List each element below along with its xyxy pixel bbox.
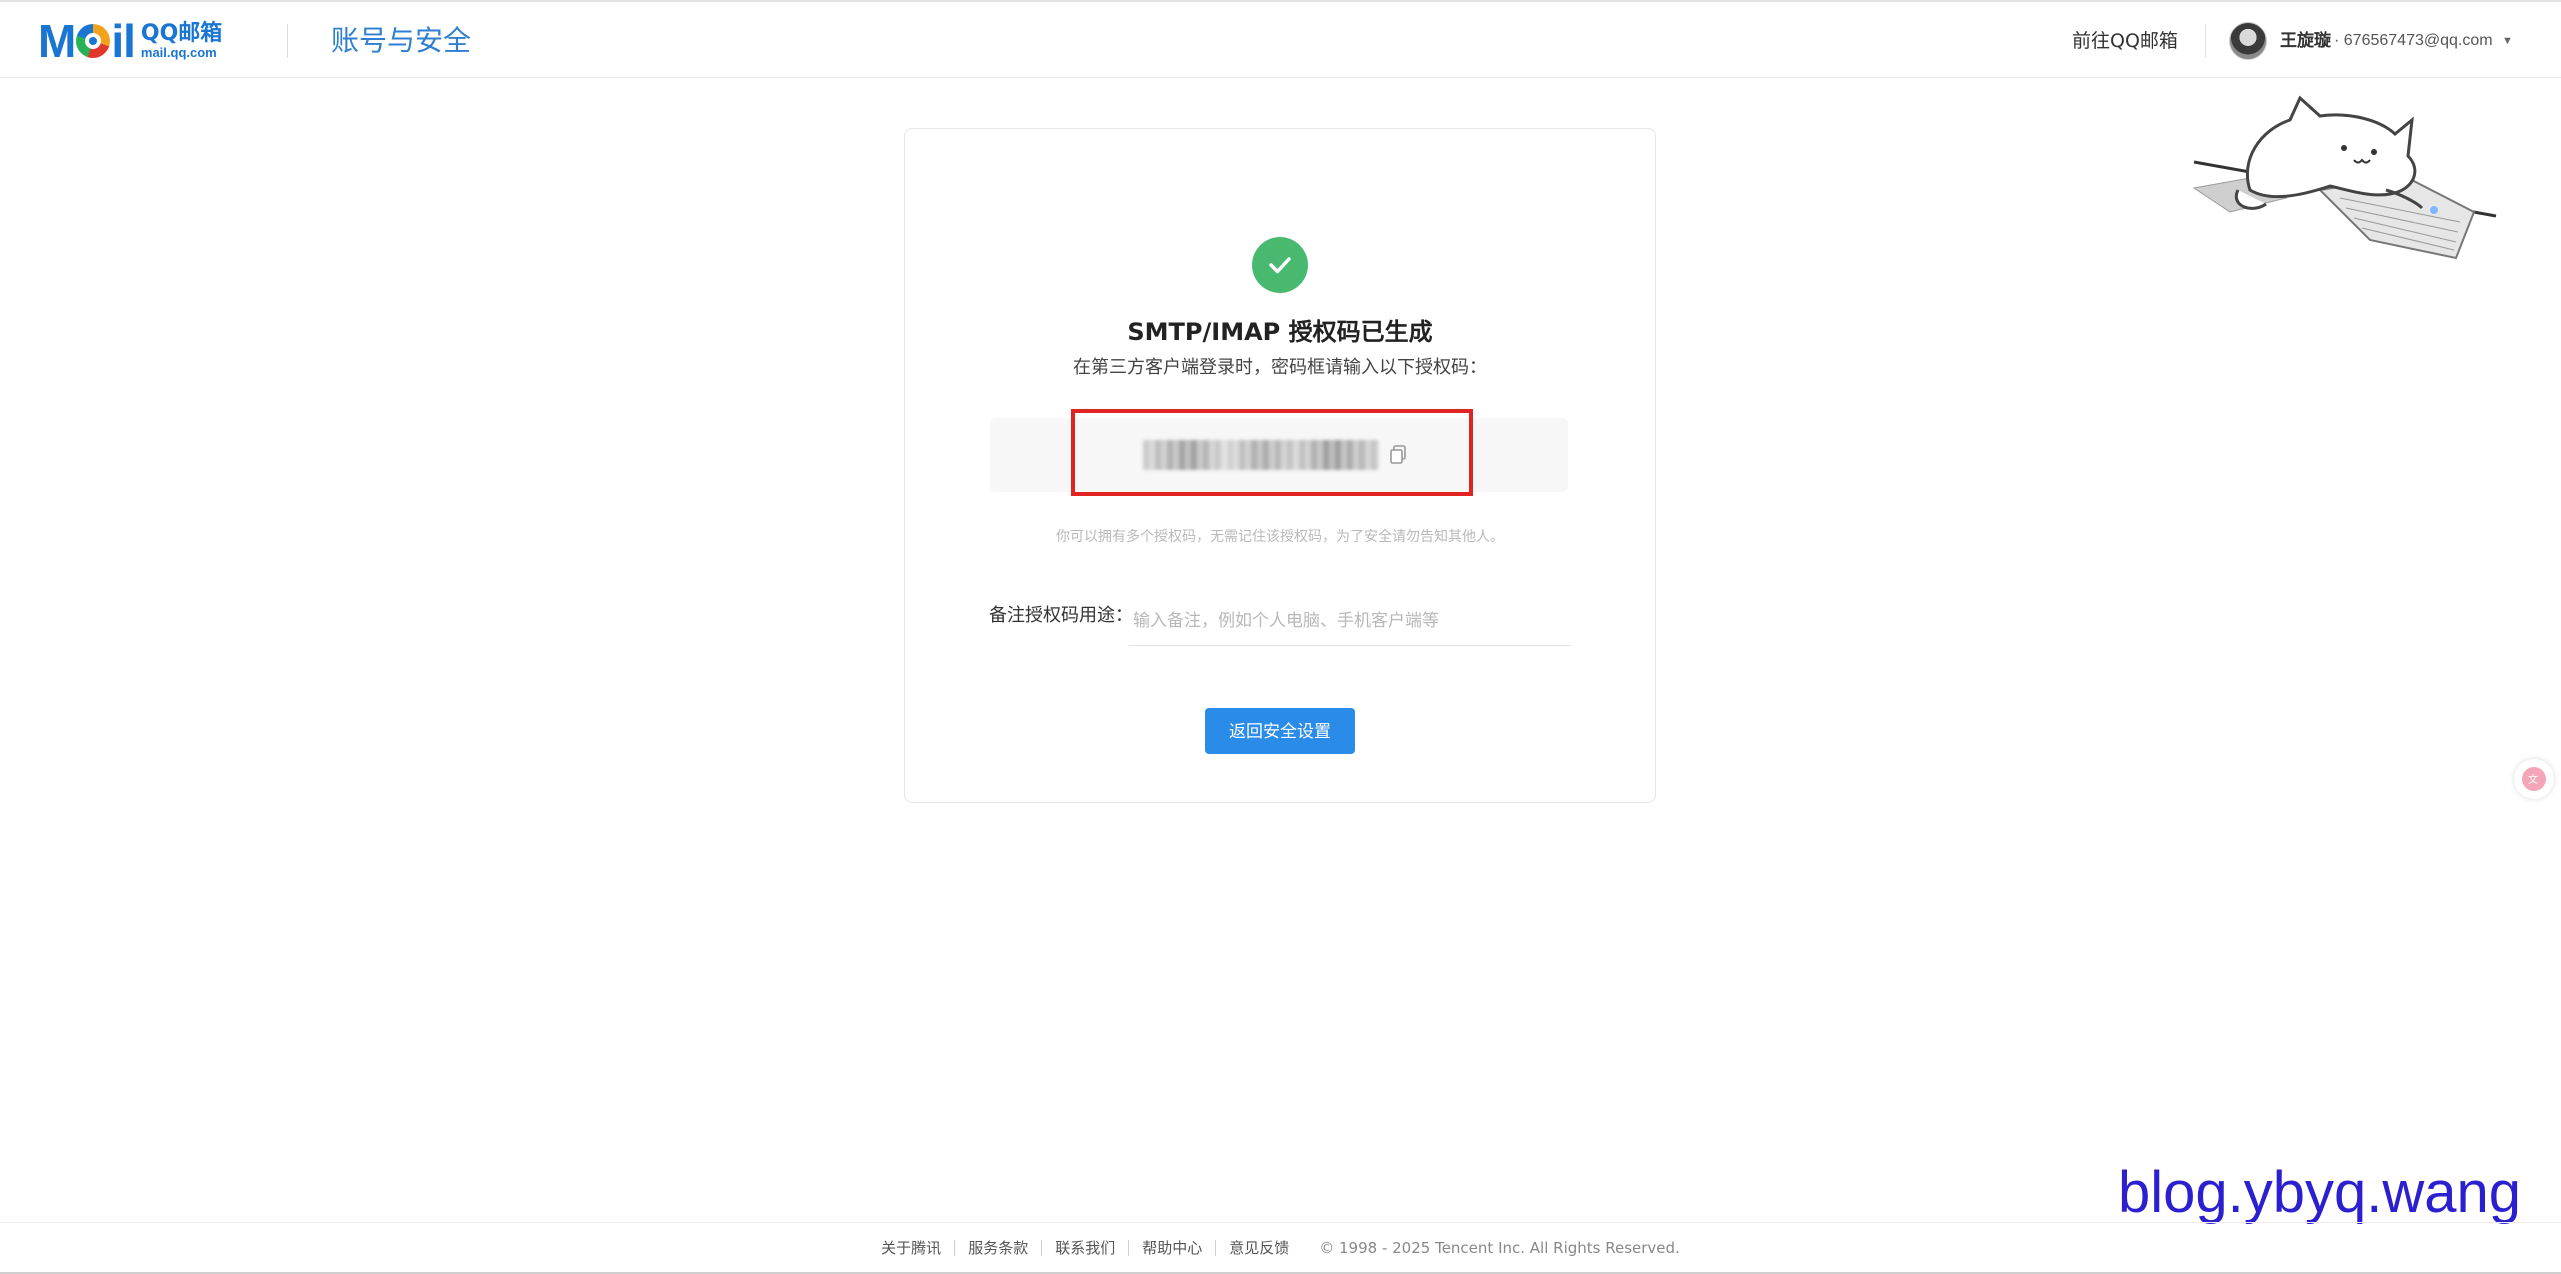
footer-divider [1215,1239,1217,1256]
header-divider [287,24,288,58]
avatar[interactable] [2229,22,2267,60]
floating-translate-button[interactable]: 文 [2514,759,2554,799]
page-title: 账号与安全 [331,24,472,57]
footer-divider [1128,1239,1130,1256]
header-divider-right [2205,24,2206,58]
user-name[interactable]: 王旋璇 [2280,29,2331,53]
result-title: SMTP/IMAP 授权码已生成 [1127,318,1433,346]
translate-icon: 文 [2522,767,2546,791]
page-footer: 关于腾讯 服务条款 联系我们 帮助中心 意见反馈 © 1998 - 2025 T… [0,1222,2561,1274]
mail-wordmark: M il [38,15,136,67]
svg-text:文: 文 [2528,773,2538,786]
logo-brand-text: QQ邮箱 [140,21,223,46]
goto-qqmail-link[interactable]: 前往QQ邮箱 [2072,28,2178,54]
footer-link-contact[interactable]: 联系我们 [1055,1237,1115,1258]
remark-input[interactable] [1129,596,1571,646]
footer-divider [1041,1239,1043,1256]
footer-link-terms[interactable]: 服务条款 [968,1237,1028,1258]
remark-label: 备注授权码用途： [989,605,1133,626]
account-caret-down-icon[interactable]: ▼ [2502,31,2513,51]
blog-watermark: blog.ybyq.wang [2118,1160,2522,1225]
result-subtitle: 在第三方客户端登录时，密码框请输入以下授权码： [1073,357,1487,378]
footer-link-about[interactable]: 关于腾讯 [881,1237,941,1258]
footer-copyright: © 1998 - 2025 Tencent Inc. All Rights Re… [1319,1238,1680,1257]
footer-divider [954,1239,956,1256]
top-header: M il QQ邮箱 mail.qq.com 账号与安全 前往QQ邮箱 王旋璇 ·… [0,0,2561,78]
qqmail-logo[interactable]: M il QQ邮箱 mail.qq.com [38,18,222,64]
footer-link-feedback[interactable]: 意见反馈 [1229,1237,1289,1258]
logo-domain-text: mail.qq.com [140,45,217,60]
success-check-icon [1252,237,1308,293]
back-to-security-button[interactable]: 返回安全设置 [1205,708,1355,754]
footer-link-help[interactable]: 帮助中心 [1142,1237,1202,1258]
highlight-frame [1071,409,1473,496]
auth-code-hint: 你可以拥有多个授权码，无需记住该授权码，为了安全请勿告知其他人。 [1056,529,1504,545]
user-email[interactable]: · 676567473@qq.com [2334,30,2493,52]
logo-circle-icon [76,24,111,58]
cat-keyboard-illustration [2192,95,2497,260]
